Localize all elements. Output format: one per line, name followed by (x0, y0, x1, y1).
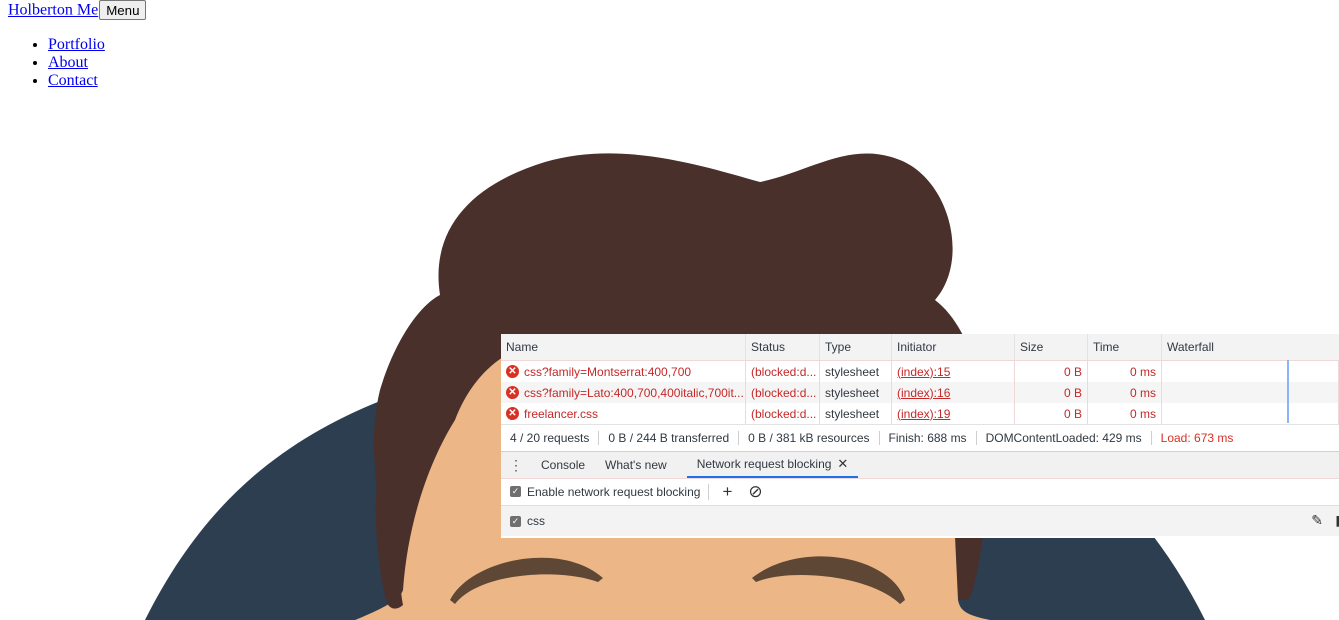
summary-finish: Finish: 688 ms (880, 431, 977, 445)
row-waterfall (1162, 361, 1339, 382)
nav-link-contact[interactable]: Contact (48, 72, 98, 89)
tab-whats-new[interactable]: What's new (595, 452, 677, 478)
column-header-size[interactable]: Size (1015, 334, 1088, 360)
row-name-cell: ✕ css?family=Lato:400,700,400italic,700it… (501, 382, 746, 403)
enable-blocking-label: Enable network request blocking (527, 484, 701, 499)
toolbar-divider (708, 483, 710, 500)
row-type: stylesheet (820, 382, 892, 403)
row-initiator-link[interactable]: (index):16 (892, 382, 1015, 403)
list-item[interactable]: ✓ css ✎ ▮ (501, 506, 1339, 536)
close-icon[interactable]: ✕ (837, 456, 848, 472)
nav-item: Contact (48, 72, 105, 90)
column-header-type[interactable]: Type (820, 334, 892, 360)
table-row[interactable]: ✕ css?family=Montserrat:400,700 (blocked:… (501, 361, 1339, 382)
table-row[interactable]: ✕ css?family=Lato:400,700,400italic,700it… (501, 382, 1339, 403)
column-header-initiator[interactable]: Initiator (892, 334, 1015, 360)
remove-all-icon[interactable]: ⊘ (745, 482, 765, 502)
more-options-icon[interactable]: ⋮ (501, 457, 531, 474)
row-name-cell: ✕ css?family=Montserrat:400,700 (501, 361, 746, 382)
column-header-name[interactable]: Name (501, 334, 746, 360)
tab-network-request-blocking[interactable]: Network request blocking ✕ (686, 452, 859, 478)
devtools-panel: Name Status Type Initiator Size Time Wat… (501, 334, 1339, 538)
column-header-status[interactable]: Status (746, 334, 820, 360)
row-waterfall (1162, 403, 1339, 424)
nav-link-portfolio[interactable]: Portfolio (48, 36, 105, 53)
row-name: css?family=Lato:400,700,400italic,700it.… (524, 385, 744, 400)
summary-requests: 4 / 20 requests (501, 431, 600, 445)
enable-blocking-checkbox[interactable]: ✓ (510, 486, 521, 497)
column-header-time[interactable]: Time (1088, 334, 1162, 360)
row-type: stylesheet (820, 403, 892, 424)
summary-resources: 0 B / 381 kB resources (739, 431, 880, 445)
delete-icon[interactable]: ▮ (1335, 512, 1339, 529)
network-summary-bar: 4 / 20 requests 0 B / 244 B transferred … (501, 424, 1339, 451)
row-name: freelancer.css (524, 406, 599, 421)
row-status: (blocked:d... (746, 361, 820, 382)
tab-console[interactable]: Console (531, 452, 595, 478)
summary-load: Load: 673 ms (1160, 431, 1234, 445)
error-icon: ✕ (506, 365, 519, 378)
column-header-waterfall[interactable]: Waterfall (1162, 334, 1339, 360)
tab-label: Network request blocking (696, 457, 832, 471)
row-type: stylesheet (820, 361, 892, 382)
network-table-header: Name Status Type Initiator Size Time Wat… (501, 334, 1339, 361)
row-size: 0 B (1015, 382, 1088, 403)
row-time: 0 ms (1088, 403, 1162, 424)
error-icon: ✕ (506, 386, 519, 399)
nav-list: Portfolio About Contact (8, 36, 105, 90)
row-initiator-link[interactable]: (index):15 (892, 361, 1015, 382)
row-name: css?family=Montserrat:400,700 (524, 364, 692, 379)
nav-item: Portfolio (48, 36, 105, 54)
row-name-cell: ✕ freelancer.css (501, 403, 746, 424)
error-icon: ✕ (506, 407, 519, 420)
waterfall-marker-line (1287, 360, 1289, 423)
brand-link[interactable]: Holberton Me (8, 2, 98, 19)
summary-domcontentloaded: DOMContentLoaded: 429 ms (977, 431, 1152, 445)
table-row[interactable]: ✕ freelancer.css (blocked:d... stylesheet… (501, 403, 1339, 424)
row-size: 0 B (1015, 361, 1088, 382)
row-initiator-link[interactable]: (index):19 (892, 403, 1015, 424)
row-status: (blocked:d... (746, 403, 820, 424)
nav-link-about[interactable]: About (48, 54, 88, 71)
nav-item: About (48, 54, 105, 72)
add-pattern-icon[interactable]: + (717, 482, 737, 502)
row-time: 0 ms (1088, 361, 1162, 382)
pattern-checkbox[interactable]: ✓ (510, 515, 521, 527)
row-time: 0 ms (1088, 382, 1162, 403)
blocking-toolbar: ✓ Enable network request blocking + ⊘ (501, 478, 1339, 506)
row-waterfall (1162, 382, 1339, 403)
menu-button[interactable]: Menu (99, 0, 147, 20)
row-status: (blocked:d... (746, 382, 820, 403)
row-size: 0 B (1015, 403, 1088, 424)
summary-transferred: 0 B / 244 B transferred (599, 431, 740, 445)
edit-icon[interactable]: ✎ (1311, 512, 1323, 529)
drawer-tab-bar: ⋮ Console What's new Network request blo… (501, 451, 1339, 479)
pattern-label: css (527, 514, 545, 528)
page-header: Holberton Me Menu (8, 0, 147, 20)
